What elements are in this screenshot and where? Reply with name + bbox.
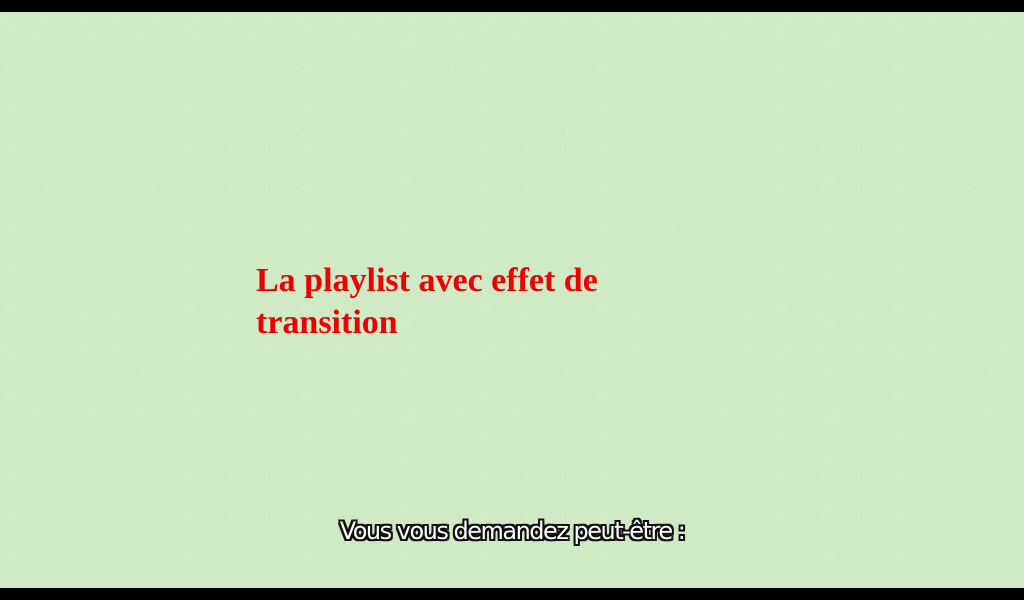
playlist-title: La playlist avec effet de transition — [256, 262, 598, 341]
video-frame[interactable]: La playlist avec effet de transition Vou… — [0, 12, 1024, 588]
letterbox-top — [0, 0, 1024, 12]
subtitle-caption: Vous vous demandez peut-être : — [339, 517, 686, 545]
letterbox-bottom — [0, 588, 1024, 600]
